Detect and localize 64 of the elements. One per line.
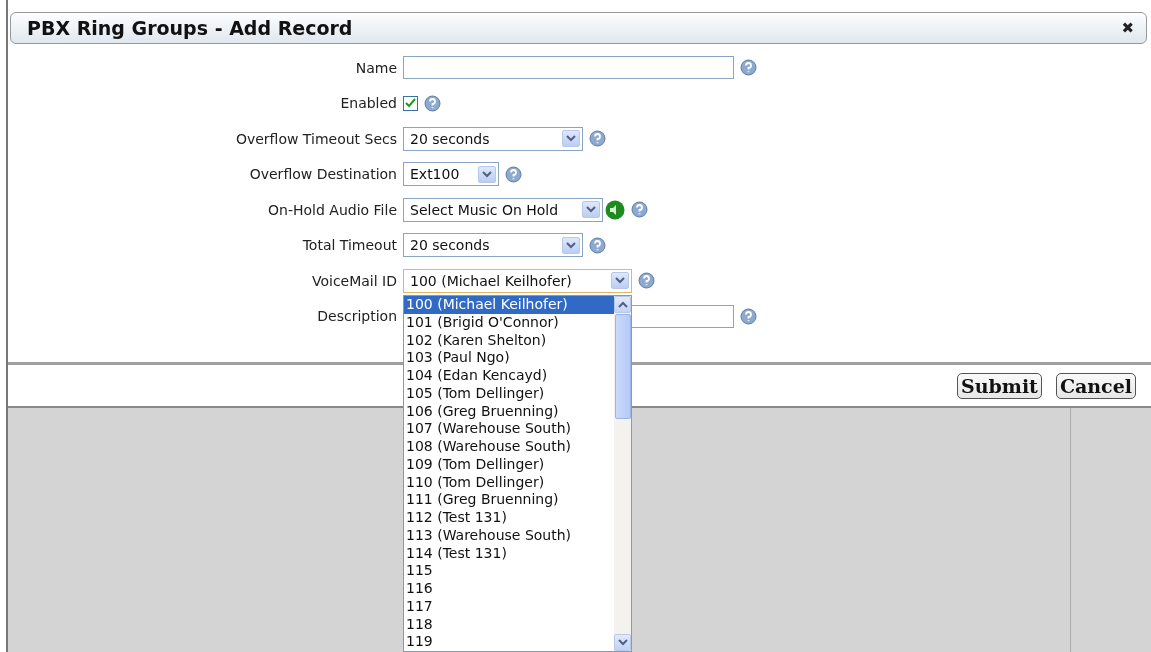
dropdown-option[interactable]: 107 (Warehouse South) bbox=[404, 420, 614, 438]
dropdown-option[interactable]: 111 (Greg Bruenning) bbox=[404, 491, 614, 509]
dropdown-option[interactable]: 103 (Paul Ngo) bbox=[404, 349, 614, 367]
field-label: Overflow Destination bbox=[248, 166, 398, 183]
chevron-down-icon bbox=[482, 170, 492, 178]
scrollbar[interactable] bbox=[614, 296, 631, 651]
scroll-down-button[interactable] bbox=[614, 634, 631, 651]
speaker-icon[interactable] bbox=[605, 199, 625, 220]
select-field[interactable]: 20 seconds bbox=[403, 126, 583, 151]
field-label: VoiceMail ID bbox=[310, 272, 398, 289]
select-field[interactable]: Select Music On Hold bbox=[403, 197, 603, 222]
chevron-down-icon bbox=[566, 135, 576, 143]
checkbox[interactable] bbox=[403, 95, 418, 111]
dropdown-arrow-button[interactable] bbox=[611, 272, 629, 290]
dropdown-option[interactable]: 106 (Greg Bruenning) bbox=[404, 402, 614, 421]
text-field[interactable] bbox=[403, 56, 734, 80]
select-field[interactable]: 100 (Michael Keilhofer) bbox=[403, 268, 632, 293]
help-icon[interactable] bbox=[740, 59, 757, 77]
dropdown-arrow-button[interactable] bbox=[562, 130, 580, 148]
dropdown-option[interactable]: 115 bbox=[404, 562, 614, 580]
dropdown-option[interactable]: 110 (Tom Dellinger) bbox=[404, 473, 614, 492]
dropdown-option[interactable]: 116 bbox=[404, 580, 614, 598]
field-label: Description bbox=[316, 308, 398, 325]
dropdown-option[interactable]: 109 (Tom Dellinger) bbox=[404, 455, 614, 474]
help-icon[interactable] bbox=[505, 165, 522, 183]
scroll-thumb[interactable] bbox=[614, 314, 631, 419]
dropdown-option[interactable]: 112 (Test 131) bbox=[404, 509, 614, 527]
dropdown-arrow-button[interactable] bbox=[478, 165, 496, 183]
help-icon[interactable] bbox=[631, 201, 648, 219]
field-label: Overflow Timeout Secs bbox=[234, 130, 398, 147]
help-icon[interactable] bbox=[638, 272, 655, 290]
field-label: Name bbox=[354, 59, 398, 76]
dropdown-option[interactable]: 119 bbox=[404, 633, 614, 651]
close-button[interactable]: ✖ bbox=[1121, 19, 1134, 37]
help-icon[interactable] bbox=[589, 130, 606, 148]
chevron-up-icon bbox=[617, 301, 628, 308]
field-label: On-Hold Audio File bbox=[267, 201, 398, 218]
dropdown-arrow-button[interactable] bbox=[582, 201, 600, 219]
chevron-down-icon bbox=[566, 241, 576, 249]
dropdown-option[interactable]: 102 (Karen Shelton) bbox=[404, 331, 614, 350]
dropdown-arrow-button[interactable] bbox=[562, 236, 580, 254]
dropdown-option[interactable]: 114 (Test 131) bbox=[404, 544, 614, 563]
dropdown-option[interactable]: 104 (Edan Kencayd) bbox=[404, 367, 614, 385]
dropdown-option[interactable]: 100 (Michael Keilhofer) bbox=[404, 296, 614, 314]
select-field[interactable]: 20 seconds bbox=[403, 233, 583, 258]
select-field[interactable]: Ext100 bbox=[403, 162, 499, 187]
dropdown-option[interactable]: 105 (Tom Dellinger) bbox=[404, 384, 614, 403]
help-icon[interactable] bbox=[740, 307, 757, 325]
dropdown-option[interactable]: 108 (Warehouse South) bbox=[404, 438, 614, 456]
dropdown-option[interactable]: 118 bbox=[404, 615, 614, 634]
window-title: PBX Ring Groups - Add Record bbox=[27, 17, 353, 39]
dropdown-option[interactable]: 101 (Brigid O'Connor) bbox=[404, 313, 614, 332]
help-icon[interactable] bbox=[424, 94, 441, 112]
chevron-down-icon bbox=[586, 206, 596, 214]
submit-button[interactable]: Submit bbox=[956, 372, 1042, 399]
help-icon[interactable] bbox=[589, 236, 606, 254]
dropdown-option[interactable]: 117 bbox=[404, 597, 614, 616]
chevron-down-icon bbox=[615, 277, 625, 285]
cancel-button[interactable]: Cancel bbox=[1055, 372, 1136, 399]
scroll-up-button[interactable] bbox=[614, 296, 631, 313]
field-label: Total Timeout bbox=[301, 237, 398, 254]
chevron-down-icon bbox=[617, 639, 628, 646]
field-label: Enabled bbox=[339, 95, 398, 112]
dropdown-option[interactable]: 113 (Warehouse South) bbox=[404, 526, 614, 545]
